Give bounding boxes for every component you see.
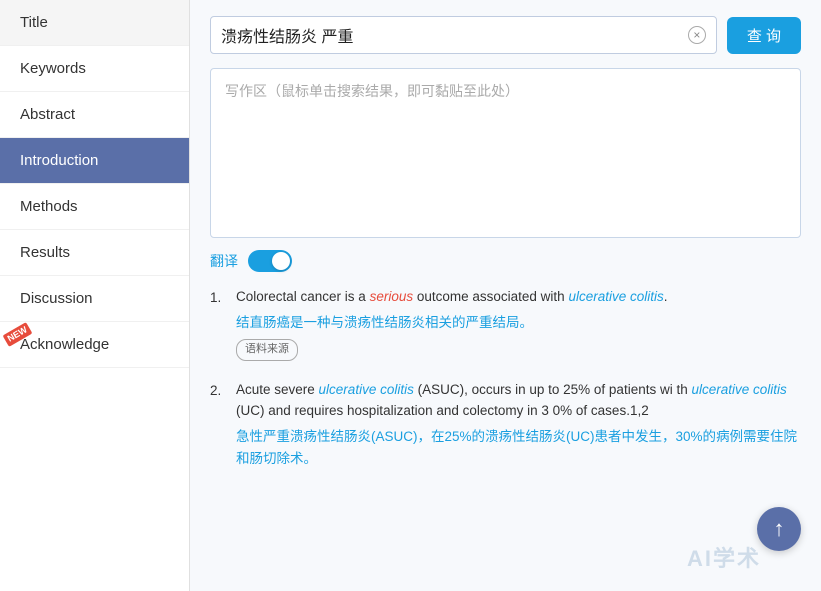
sidebar-item-results[interactable]: Results [0, 230, 189, 276]
translate-label: 翻译 [210, 251, 238, 271]
clear-search-button[interactable]: × [688, 26, 706, 44]
result-en-text: Acute severe ulcerative colitis (ASUC), … [236, 379, 801, 422]
result-zh-text: 结直肠癌是一种与溃疡性结肠炎相关的严重结局。 [236, 312, 801, 334]
result-item-1: 1. Colorectal cancer is a serious outcome… [210, 286, 801, 361]
search-input-wrapper[interactable]: 溃疡性结肠炎 严重 × [210, 16, 717, 54]
search-query-text: 溃疡性结肠炎 严重 [221, 23, 688, 47]
sidebar-item-keywords[interactable]: Keywords [0, 46, 189, 92]
sidebar-item-label: Title [20, 14, 48, 31]
sidebar-item-title[interactable]: Title [0, 0, 189, 46]
sidebar-item-acknowledge[interactable]: NEWAcknowledge [0, 322, 189, 368]
main-content: 溃疡性结肠炎 严重 × 查 询 写作区（鼠标单击搜索结果，即可黏贴至此处） 翻译… [190, 0, 821, 591]
sidebar-item-label: Results [20, 244, 70, 261]
result-source-tag[interactable]: 语料来源 [236, 339, 298, 361]
sidebar-item-introduction[interactable]: Introduction [0, 138, 189, 184]
sidebar-item-label: Introduction [20, 152, 98, 169]
toggle-knob [272, 252, 290, 270]
search-button[interactable]: 查 询 [727, 17, 801, 54]
result-number: 1. [210, 286, 228, 361]
search-bar: 溃疡性结肠炎 严重 × 查 询 [210, 16, 801, 54]
result-zh-text: 急性严重溃疡性结肠炎(ASUC)，在25%的溃疡性结肠炎(UC)患者中发生，30… [236, 426, 801, 469]
writing-area-placeholder: 写作区（鼠标单击搜索结果，即可黏贴至此处） [225, 83, 519, 99]
sidebar-item-discussion[interactable]: Discussion [0, 276, 189, 322]
sidebar-item-label: Discussion [20, 290, 93, 307]
result-content: Acute severe ulcerative colitis (ASUC), … [236, 379, 801, 473]
writing-area[interactable]: 写作区（鼠标单击搜索结果，即可黏贴至此处） [210, 68, 801, 238]
sidebar-item-label: Methods [20, 198, 78, 215]
sidebar-item-abstract[interactable]: Abstract [0, 92, 189, 138]
sidebar-item-label: Abstract [20, 106, 75, 123]
result-content: Colorectal cancer is a serious outcome a… [236, 286, 801, 361]
scroll-to-top-button[interactable]: ↑ [757, 507, 801, 551]
results-list: 1. Colorectal cancer is a serious outcome… [210, 286, 801, 473]
translate-toggle[interactable] [248, 250, 292, 272]
sidebar: Title Keywords Abstract Introduction Methods… [0, 0, 190, 591]
sidebar-item-label: Keywords [20, 60, 86, 77]
result-item-2: 2.Acute severe ulcerative colitis (ASUC)… [210, 379, 801, 473]
translate-row: 翻译 [210, 250, 801, 272]
sidebar-item-label: Acknowledge [20, 336, 109, 353]
result-en-text: Colorectal cancer is a serious outcome a… [236, 286, 801, 308]
result-number: 2. [210, 379, 228, 473]
sidebar-item-methods[interactable]: Methods [0, 184, 189, 230]
